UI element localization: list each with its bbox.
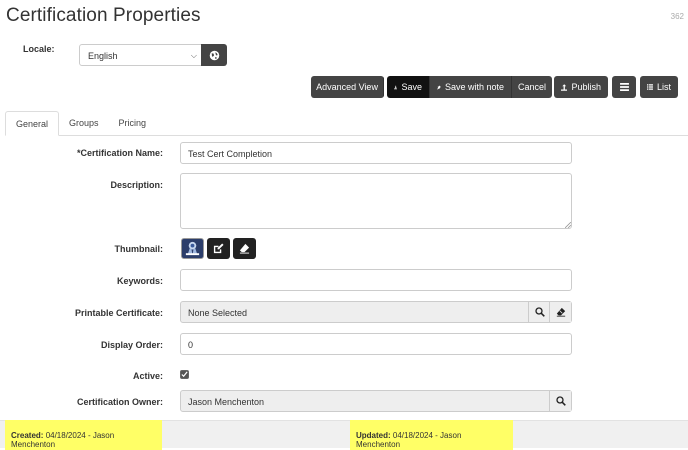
save-label: Save [401,82,422,92]
certification-owner-label: Certification Owner: [76,397,163,407]
certification-owner-value: Jason Menchenton [188,397,265,407]
list-button[interactable]: List [640,76,678,98]
keywords-label: Keywords: [116,276,163,286]
publish-label: Publish [571,82,601,92]
chevron-down-icon: ⌵ [190,51,197,60]
search-icon [534,307,545,317]
certification-owner-search-button[interactable] [549,391,571,411]
pushpin-icon [437,85,441,89]
checkmark-icon [181,371,188,378]
updated-info: Updated: 04/18/2024 - Jason Menchenton [350,420,513,450]
upload-icon [561,83,568,91]
eraser-icon [239,243,250,254]
edit-icon [213,243,224,254]
certificate-thumbnail-icon [185,241,200,256]
hamburger-icon [619,83,629,91]
active-label: Active: [132,371,163,381]
thumbnail-clear-button[interactable] [233,238,256,259]
created-info: Created: 04/18/2024 - Jason Menchenton [5,420,162,450]
list-label: List [656,82,671,92]
tab-general[interactable]: General [5,111,60,136]
save-with-note-label: Save with note [444,82,504,92]
thumbnail-label: Thumbnail: [114,244,164,254]
printable-certificate-field: None Selected [180,301,572,323]
locale-globe-button[interactable] [201,44,227,66]
search-icon [555,396,566,406]
thumbnail-image[interactable] [181,238,204,259]
locale-label: Locale: [23,44,55,54]
certification-name-input[interactable]: Test Cert Completion [180,142,572,164]
menu-button[interactable] [612,76,636,98]
globe-icon [209,50,219,60]
advanced-view-label: Advanced View [316,82,378,92]
eraser-icon [556,307,565,317]
created-label: Created: [11,431,44,440]
updated-label: Updated: [356,431,391,440]
printable-certificate-label: Printable Certificate: [74,308,163,318]
cancel-label: Cancel [518,82,547,92]
download-icon [394,85,398,89]
cancel-button[interactable]: Cancel [512,76,552,98]
tab-pricing[interactable]: Pricing [109,111,157,136]
certification-owner-field: Jason Menchenton [180,390,572,412]
certification-name-label: *Certification Name: [76,148,163,158]
save-button[interactable]: Save [387,76,430,98]
locale-value: English [88,51,118,61]
display-order-input[interactable]: 0 [180,333,572,355]
display-order-label: Display Order: [100,340,163,350]
tab-bar: General Groups Pricing [5,111,156,136]
locale-select[interactable]: English ⌵ [79,44,202,66]
thumbnail-edit-button[interactable] [207,238,230,259]
description-label: Description: [110,180,163,190]
resize-handle-icon[interactable] [565,222,571,228]
printable-certificate-search-button[interactable] [528,302,550,322]
advanced-view-button[interactable]: Advanced View [311,76,384,98]
publish-button[interactable]: Publish [554,76,608,98]
record-id: 362 [670,12,684,21]
description-textarea[interactable] [180,173,572,229]
tab-groups[interactable]: Groups [59,111,109,136]
printable-certificate-clear-button[interactable] [549,302,571,322]
active-checkbox[interactable] [180,370,189,379]
printable-certificate-value: None Selected [188,308,248,318]
save-with-note-button[interactable]: Save with note [430,76,512,98]
keywords-input[interactable] [180,269,572,291]
page-title: Certification Properties [6,5,201,26]
list-icon [647,84,653,90]
